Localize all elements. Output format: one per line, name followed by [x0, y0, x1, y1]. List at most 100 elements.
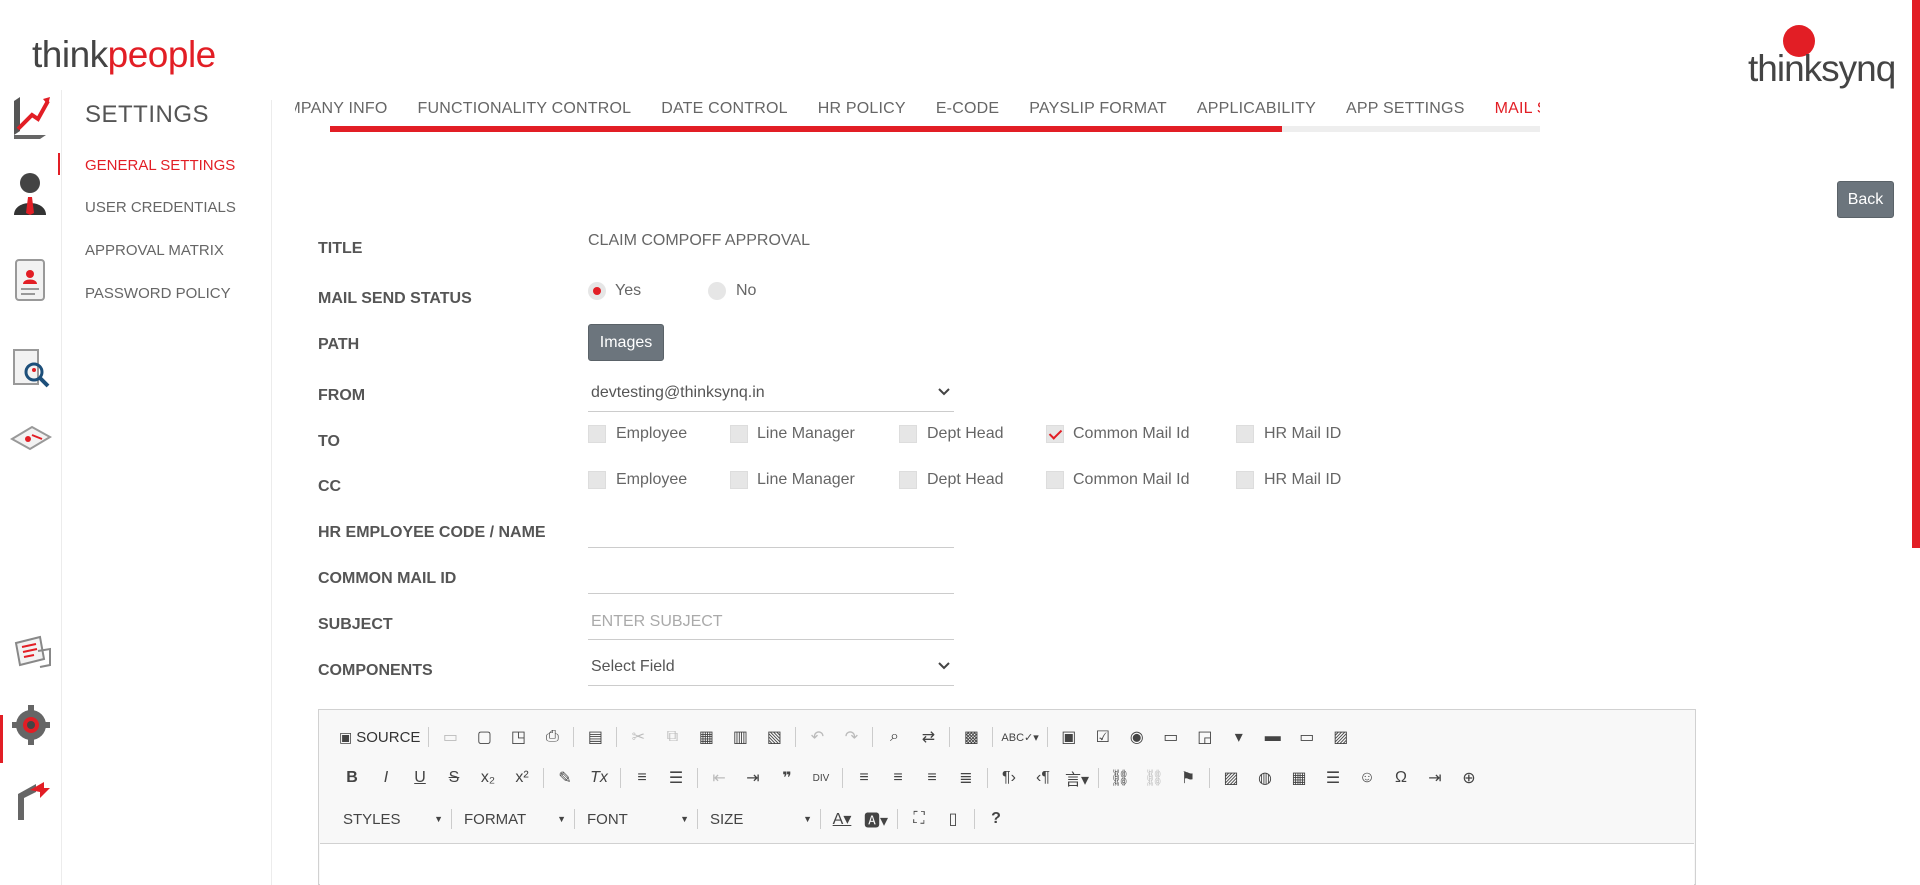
page-break-icon[interactable]: ⇥: [1422, 765, 1448, 791]
nav-password-policy[interactable]: PASSWORD POLICY: [85, 285, 231, 302]
cc-hr-mail-checkbox[interactable]: [1236, 471, 1254, 489]
paste-text-icon[interactable]: ▥: [727, 724, 753, 750]
source-button[interactable]: ▣ SOURCE: [339, 724, 420, 750]
horizontal-rule-icon[interactable]: ☰: [1320, 765, 1346, 791]
tab-e-code[interactable]: E-CODE: [936, 100, 999, 118]
from-select[interactable]: devtesting@thinksynq.in: [588, 376, 954, 412]
iframe-globe-icon[interactable]: ⊕: [1456, 765, 1482, 791]
textfield-icon[interactable]: ▭: [1158, 724, 1184, 750]
to-employee-checkbox[interactable]: [588, 425, 606, 443]
to-common-mail-checkbox[interactable]: [1046, 425, 1064, 443]
hidden-field-icon[interactable]: ▨: [1328, 724, 1354, 750]
logout-arrow-icon[interactable]: [10, 775, 52, 825]
back-button[interactable]: Back: [1837, 181, 1894, 218]
anchor-flag-icon[interactable]: ⚑: [1175, 765, 1201, 791]
print-icon[interactable]: ⎙: [539, 724, 565, 750]
checkbox-icon[interactable]: ☑: [1090, 724, 1116, 750]
strikethrough-icon[interactable]: S: [441, 765, 467, 791]
search-report-icon[interactable]: [10, 343, 52, 393]
tab-mail-settings[interactable]: MAIL SETTINGS: [1495, 100, 1540, 118]
background-color-icon[interactable]: 🅰▾: [863, 806, 889, 832]
styles-combo[interactable]: STYLES ▼: [335, 806, 447, 832]
div-container-icon[interactable]: DIV: [808, 765, 834, 791]
format-combo[interactable]: FORMAT ▼: [456, 806, 570, 832]
tab-functionality-control[interactable]: FUNCTIONALITY CONTROL: [418, 100, 632, 118]
outdent-icon[interactable]: ⇤: [706, 765, 732, 791]
new-page-icon[interactable]: ▢: [471, 724, 497, 750]
underline-icon[interactable]: U: [407, 765, 433, 791]
cut-icon[interactable]: ✂: [625, 724, 651, 750]
redo-icon[interactable]: ↷: [838, 724, 864, 750]
unlink-icon[interactable]: ⛓: [1141, 765, 1167, 791]
remove-format-icon[interactable]: Tx: [586, 765, 612, 791]
table-icon[interactable]: ▦: [1286, 765, 1312, 791]
subscript-icon[interactable]: x₂: [475, 765, 501, 791]
settings-gear-icon[interactable]: [10, 700, 52, 750]
link-icon[interactable]: ⛓: [1107, 765, 1133, 791]
tab-hr-policy[interactable]: HR POLICY: [818, 100, 906, 118]
ltr-icon[interactable]: ¶›: [996, 765, 1022, 791]
employee-profile-icon[interactable]: [10, 168, 52, 218]
textarea-icon[interactable]: ◲: [1192, 724, 1218, 750]
font-combo[interactable]: FONT ▼: [579, 806, 693, 832]
undo-icon[interactable]: ↶: [804, 724, 830, 750]
common-mail-input[interactable]: [588, 558, 954, 594]
mail-status-no-radio[interactable]: [708, 282, 726, 300]
find-icon[interactable]: ⌕: [881, 724, 907, 750]
numbered-list-icon[interactable]: ≡: [629, 765, 655, 791]
trend-chart-icon[interactable]: [10, 90, 52, 140]
editor-content-area[interactable]: [320, 843, 1694, 885]
blockquote-icon[interactable]: ❞: [774, 765, 800, 791]
tab-company-info[interactable]: COMPANY INFO: [295, 100, 388, 118]
select-all-icon[interactable]: ▩: [958, 724, 984, 750]
justify-icon[interactable]: ≣: [953, 765, 979, 791]
messages-icon[interactable]: [10, 628, 52, 678]
cc-common-mail-checkbox[interactable]: [1046, 471, 1064, 489]
mail-status-yes-radio[interactable]: [588, 282, 606, 300]
image-button-icon[interactable]: ▭: [1294, 724, 1320, 750]
select-field-icon[interactable]: ▾: [1226, 724, 1252, 750]
maximize-icon[interactable]: ⛶: [906, 806, 932, 832]
to-hr-mail-checkbox[interactable]: [1236, 425, 1254, 443]
nav-user-credentials[interactable]: USER CREDENTIALS: [85, 199, 236, 216]
scroll-indicator[interactable]: [1912, 0, 1920, 548]
align-center-icon[interactable]: ≡: [885, 765, 911, 791]
special-char-icon[interactable]: Ω: [1388, 765, 1414, 791]
bold-icon[interactable]: B: [339, 765, 365, 791]
text-color-icon[interactable]: A▾: [829, 806, 855, 832]
to-line-manager-checkbox[interactable]: [730, 425, 748, 443]
rtl-icon[interactable]: ‹¶: [1030, 765, 1056, 791]
size-combo[interactable]: SIZE ▼: [702, 806, 816, 832]
id-card-icon[interactable]: [10, 410, 52, 460]
cc-dept-head-checkbox[interactable]: [899, 471, 917, 489]
to-dept-head-checkbox[interactable]: [899, 425, 917, 443]
copy-format-icon[interactable]: ✎: [552, 765, 578, 791]
indent-icon[interactable]: ⇥: [740, 765, 766, 791]
flash-icon[interactable]: ◍: [1252, 765, 1278, 791]
tab-scroll-thumb[interactable]: [330, 126, 1282, 132]
language-icon[interactable]: 言▾: [1064, 765, 1090, 791]
preview-icon[interactable]: ◳: [505, 724, 531, 750]
button-field-icon[interactable]: ▬: [1260, 724, 1286, 750]
radio-icon[interactable]: ◉: [1124, 724, 1150, 750]
smiley-icon[interactable]: ☺: [1354, 765, 1380, 791]
tab-applicability[interactable]: APPLICABILITY: [1197, 100, 1316, 118]
spellcheck-icon[interactable]: ABC✓▾: [1001, 724, 1038, 750]
hr-employee-input[interactable]: [588, 512, 954, 548]
images-button[interactable]: Images: [588, 324, 664, 361]
nav-approval-matrix[interactable]: APPROVAL MATRIX: [85, 242, 224, 259]
tab-date-control[interactable]: DATE CONTROL: [661, 100, 788, 118]
components-select[interactable]: Select Field: [588, 650, 954, 686]
form-icon[interactable]: ▣: [1056, 724, 1082, 750]
cc-employee-checkbox[interactable]: [588, 471, 606, 489]
cc-line-manager-checkbox[interactable]: [730, 471, 748, 489]
help-icon[interactable]: ?: [983, 806, 1009, 832]
tab-payslip-format[interactable]: PAYSLIP FORMAT: [1029, 100, 1167, 118]
align-left-icon[interactable]: ≡: [851, 765, 877, 791]
templates-icon[interactable]: ▤: [582, 724, 608, 750]
paste-icon[interactable]: ▦: [693, 724, 719, 750]
image-icon[interactable]: ▨: [1218, 765, 1244, 791]
paste-word-icon[interactable]: ▧: [761, 724, 787, 750]
subject-input[interactable]: [588, 604, 954, 640]
show-blocks-icon[interactable]: ▯: [940, 806, 966, 832]
